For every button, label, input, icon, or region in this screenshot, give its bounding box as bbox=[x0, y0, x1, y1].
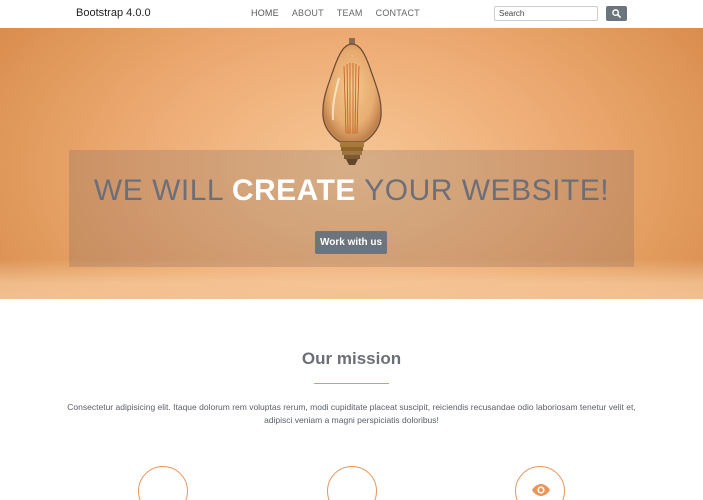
nav-links: HOME ABOUT TEAM CONTACT bbox=[251, 8, 433, 18]
light-bulb-image bbox=[322, 38, 382, 165]
hero-title: WE WILL CREATE YOUR WEBSITE! bbox=[69, 174, 634, 208]
nav-item-home[interactable]: HOME bbox=[251, 8, 279, 18]
mission-title: Our mission bbox=[301, 349, 402, 368]
hero-title-strong: CREATE bbox=[231, 174, 356, 207]
feature-circle-3 bbox=[515, 466, 565, 500]
hero-title-part1: WE WILL bbox=[93, 174, 232, 207]
feature-circle-1 bbox=[138, 466, 188, 500]
hero-overlay-panel: WE WILL CREATE YOUR WEBSITE! Work with u… bbox=[69, 150, 634, 267]
nav-item-contact[interactable]: CONTACT bbox=[376, 8, 420, 18]
hero-section: WE WILL CREATE YOUR WEBSITE! Work with u… bbox=[0, 28, 703, 299]
mission-divider bbox=[314, 383, 389, 384]
nav-item-about[interactable]: ABOUT bbox=[292, 8, 324, 18]
search-icon bbox=[612, 9, 621, 18]
eye-icon bbox=[532, 484, 550, 496]
hero-title-part2: YOUR WEBSITE! bbox=[355, 174, 610, 207]
mission-text: Consectetur adipisicing elit. Itaque dol… bbox=[67, 402, 636, 425]
nav-item-team[interactable]: TEAM bbox=[337, 8, 363, 18]
search-button[interactable] bbox=[606, 6, 627, 21]
work-with-us-button[interactable]: Work with us bbox=[315, 231, 387, 254]
feature-circle-2 bbox=[327, 466, 377, 500]
navbar: Bootstrap 4.0.0 HOME ABOUT TEAM CONTACT bbox=[0, 0, 703, 28]
search-input[interactable] bbox=[494, 6, 598, 21]
brand-logo[interactable]: Bootstrap 4.0.0 bbox=[76, 7, 151, 19]
